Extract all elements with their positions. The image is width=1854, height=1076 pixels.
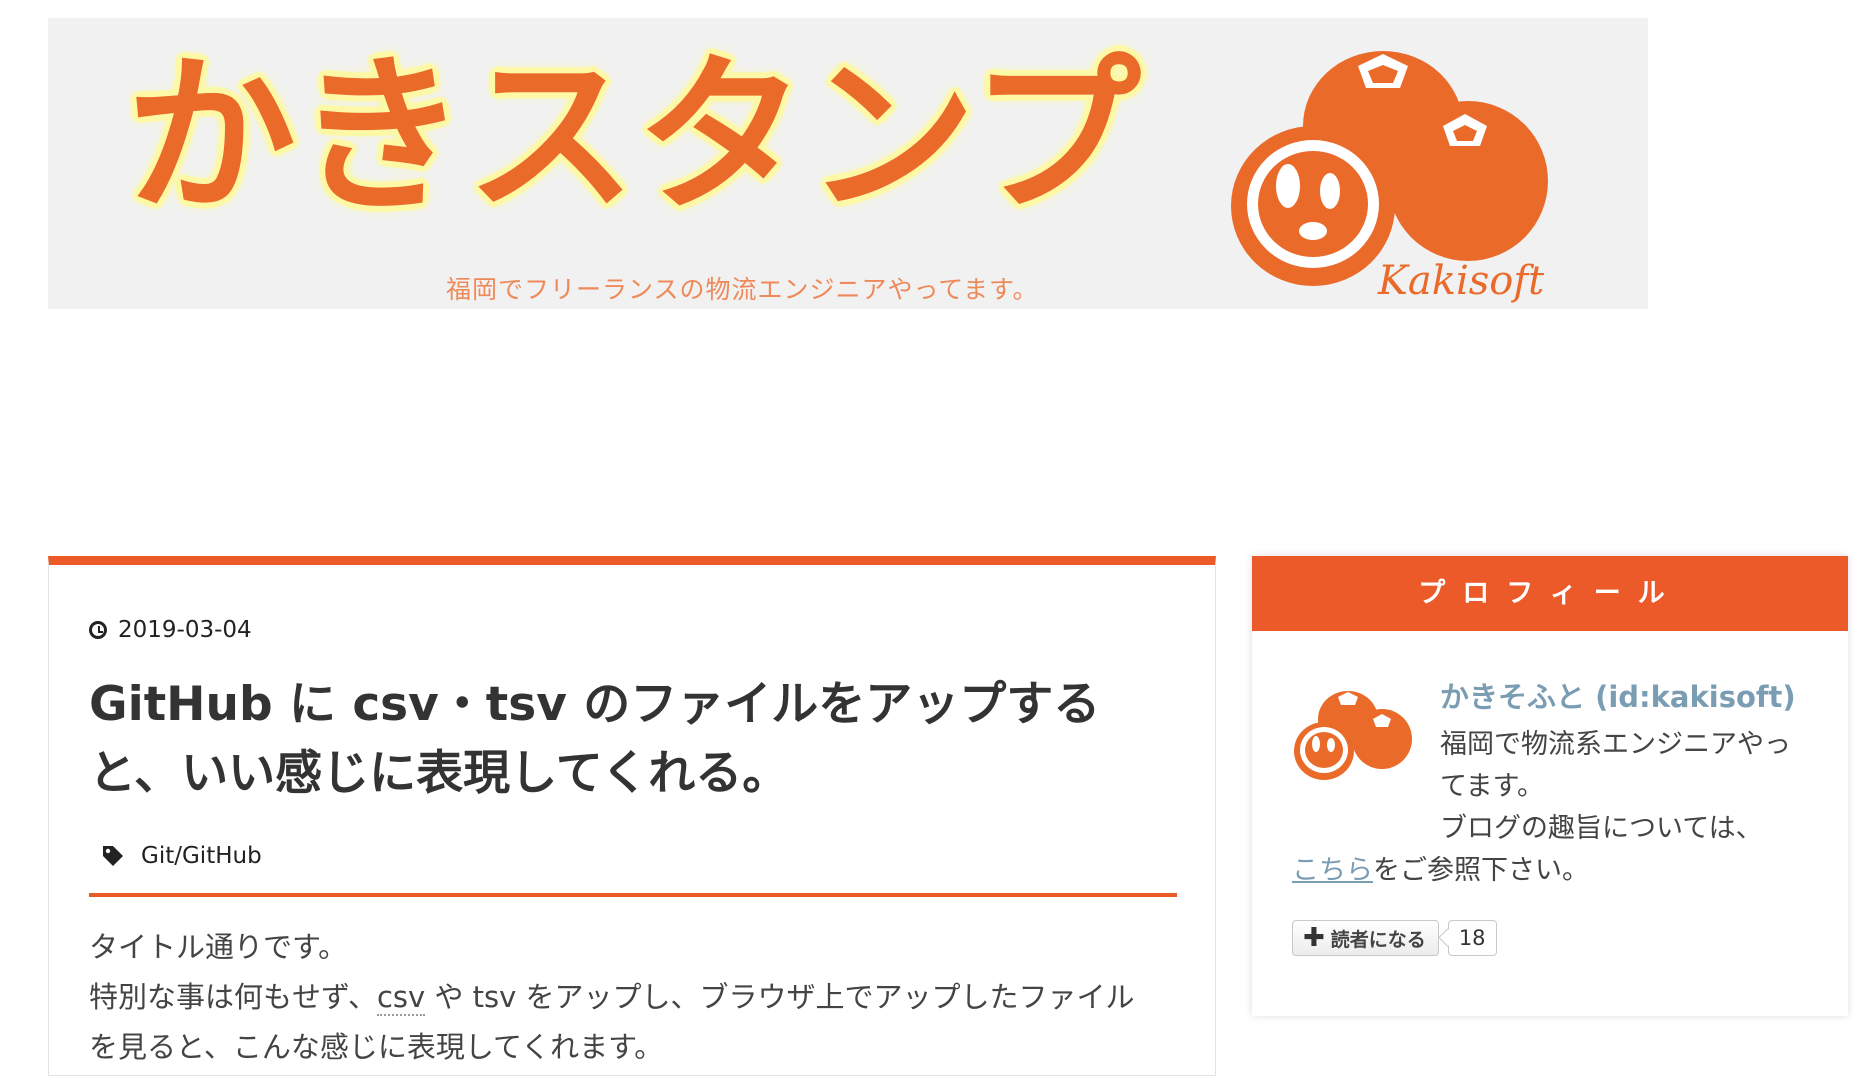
profile-header: プロフィール bbox=[1252, 556, 1848, 631]
subscriber-count-bubble: 18 bbox=[1447, 920, 1497, 956]
body-text-fragment: 特別な事は何もせず、 bbox=[89, 980, 377, 1014]
subscriber-count: 18 bbox=[1447, 920, 1497, 956]
article-date-text[interactable]: 2019-03-04 bbox=[118, 617, 252, 643]
subscribe-label: 読者になる bbox=[1330, 928, 1426, 951]
article-body: タイトル通りです。 特別な事は何もせず、csv や tsv をアップし、ブラウザ… bbox=[89, 922, 1189, 1072]
tag-icon bbox=[103, 846, 123, 866]
body-line: タイトル通りです。 bbox=[89, 930, 348, 964]
csv-term: csv bbox=[376, 980, 426, 1016]
profile-name-link[interactable]: かきそふと (id:kakisoft) bbox=[1440, 674, 1796, 716]
subscribe-widget: ✚ 読者になる 18 bbox=[1292, 920, 1497, 956]
about-link[interactable]: こちら bbox=[1292, 855, 1373, 886]
subscribe-button[interactable]: ✚ 読者になる bbox=[1292, 920, 1439, 956]
clock-icon bbox=[89, 621, 107, 639]
header-banner[interactable]: かきスタンプ 福岡でフリーランスの物流エンジニアやってます。 Kakisoft bbox=[48, 18, 1648, 309]
avatar[interactable] bbox=[1292, 681, 1420, 793]
body-line: を見ると、こんな感じに表現してくれます。 bbox=[89, 1030, 664, 1064]
article-card: 2019-03-04 GitHub に csv・tsv のファイルをアップすると… bbox=[48, 556, 1216, 1076]
profile-desc-line: をご参照下さい。 bbox=[1373, 855, 1589, 886]
plus-icon: ✚ bbox=[1303, 923, 1325, 953]
profile-description-cont: こちらをご参照下さい。 bbox=[1292, 850, 1589, 892]
profile-module: プロフィール かきそふと (id:kakisoft) 福岡で物流系エンジニアやっ… bbox=[1252, 556, 1848, 1016]
profile-description: 福岡で物流系エンジニアやってます。 ブログの趣旨については、 bbox=[1440, 724, 1810, 850]
body-text-fragment: や tsv をアップし、ブラウザ上でアップしたファイル bbox=[425, 980, 1135, 1014]
tag-label[interactable]: Git/GitHub bbox=[141, 843, 262, 869]
article-date: 2019-03-04 bbox=[89, 617, 252, 643]
logo-text: Kakisoft bbox=[1378, 258, 1545, 304]
body-line: 特別な事は何もせず、csv や tsv をアップし、ブラウザ上でアップしたファイ… bbox=[89, 972, 1189, 1022]
profile-desc-line: 福岡で物流系エンジニアやってます。 bbox=[1440, 729, 1791, 802]
blog-tagline: 福岡でフリーランスの物流エンジニアやってます。 bbox=[446, 275, 1039, 304]
profile-desc-line: ブログの趣旨については、 bbox=[1440, 813, 1763, 844]
blog-title: かきスタンプ bbox=[126, 38, 1141, 236]
article-tag[interactable]: Git/GitHub bbox=[101, 843, 262, 869]
divider bbox=[89, 893, 1177, 897]
article-title[interactable]: GitHub に csv・tsv のファイルをアップすると、いい感じに表現してく… bbox=[89, 670, 1169, 808]
